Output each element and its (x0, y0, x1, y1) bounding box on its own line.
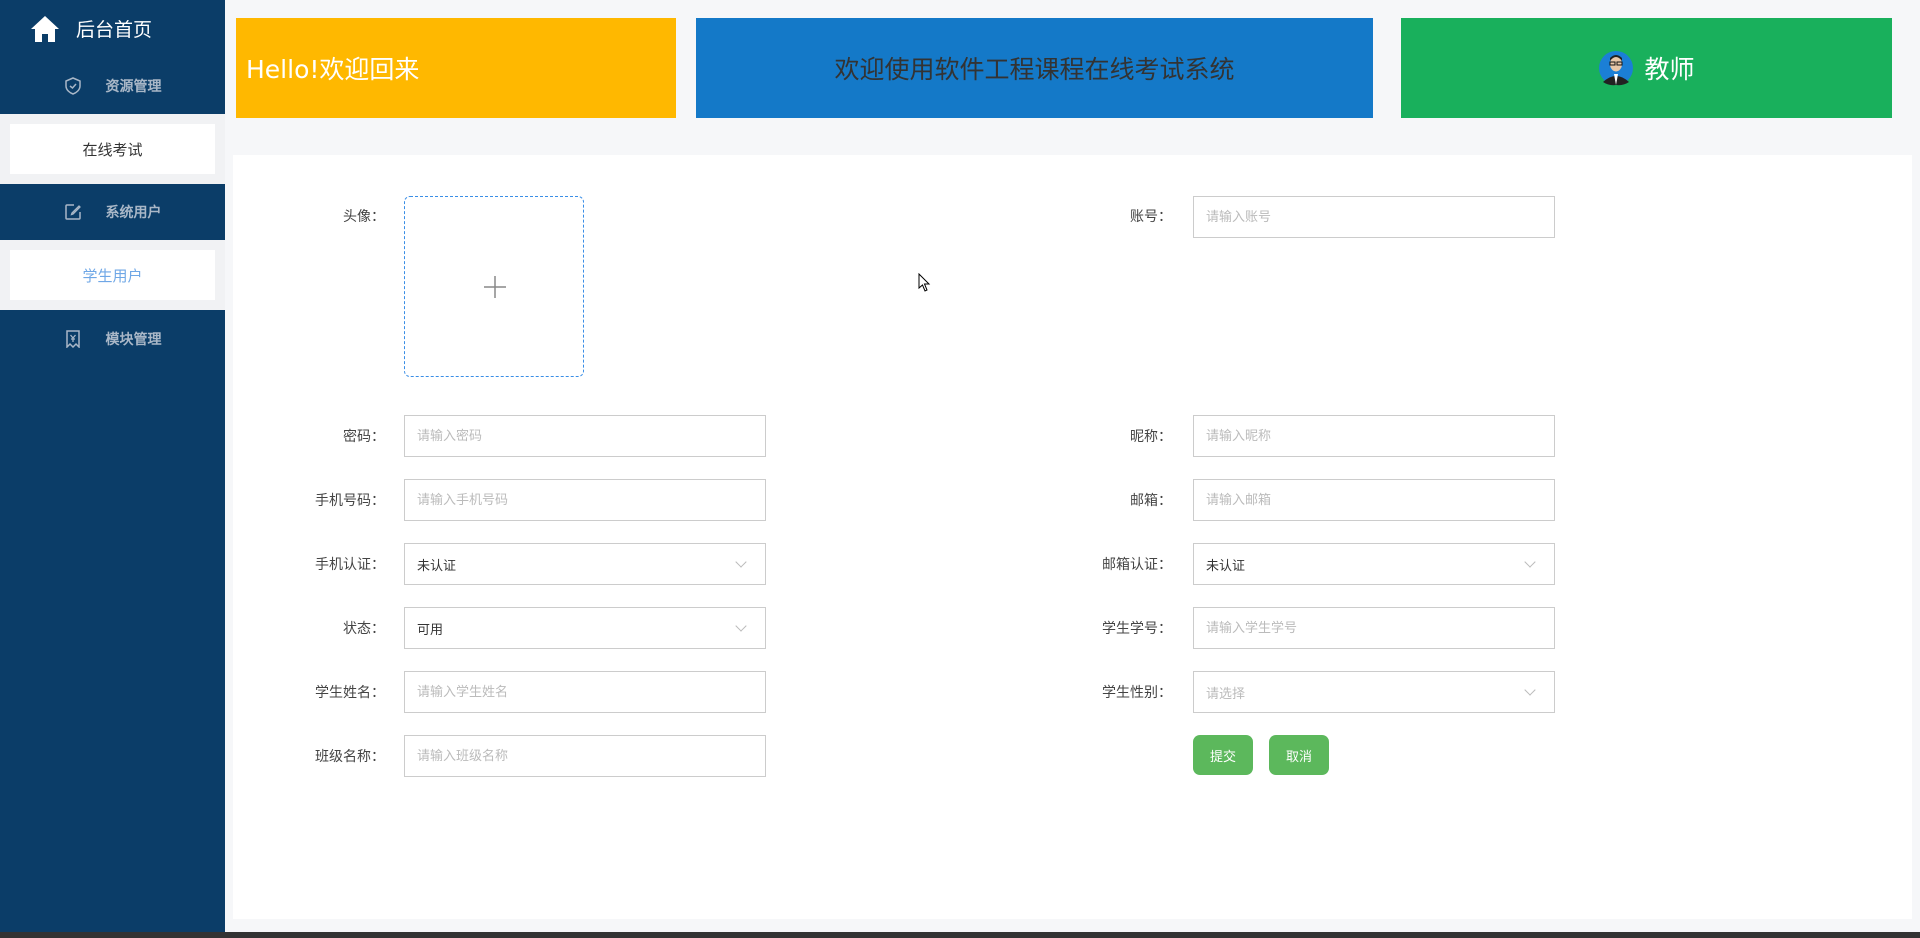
sidebar-item-label: 资源管理 (105, 78, 162, 95)
user-card: 教师 (1401, 18, 1892, 118)
nickname-input[interactable] (1193, 415, 1555, 457)
email-verified-label: 邮箱认证： (1102, 557, 1172, 573)
select-placeholder: 请选择 (1206, 686, 1246, 702)
submit-button[interactable]: 提交 (1193, 735, 1253, 775)
mouse-cursor-icon (918, 273, 931, 292)
student-id-label: 学生学号： (1102, 621, 1172, 637)
password-input[interactable] (404, 415, 766, 457)
edit-icon (64, 204, 81, 220)
phone-input[interactable] (404, 479, 766, 521)
student-name-label: 学生姓名： (315, 685, 385, 701)
email-input[interactable] (1193, 479, 1555, 521)
class-name-input[interactable] (404, 735, 766, 777)
cancel-button[interactable]: 取消 (1269, 735, 1329, 775)
select-value: 未认证 (417, 558, 457, 574)
greeting-text: Hello!欢迎回来 (246, 55, 420, 84)
select-value: 未认证 (1206, 558, 1246, 574)
class-name-label: 班级名称： (315, 749, 385, 765)
account-label: 账号： (1130, 209, 1172, 225)
status-label: 状态： (343, 621, 385, 637)
sidebar-subitem-student-users[interactable]: 学生用户 (0, 240, 225, 310)
shield-check-icon (64, 76, 81, 95)
yen-bookmark-icon (65, 329, 80, 348)
sidebar-subitem-label[interactable]: 在线考试 (10, 124, 215, 174)
avatar[interactable] (1598, 48, 1634, 88)
email-verified-select[interactable]: 未认证 (1193, 543, 1555, 585)
home-icon (31, 15, 59, 42)
taskbar-edge (0, 932, 1920, 938)
chevron-down-icon (1524, 556, 1536, 568)
sidebar-subitem-label[interactable]: 学生用户 (10, 250, 215, 300)
nickname-label: 昵称： (1130, 429, 1172, 445)
avatar-label: 头像： (343, 209, 385, 225)
greeting-card: Hello!欢迎回来 (236, 18, 676, 118)
status-select[interactable]: 可用 (404, 607, 766, 649)
phone-label: 手机号码： (315, 493, 385, 509)
user-role: 教师 (1644, 55, 1695, 84)
sidebar: 后台首页 资源管理 在线考试 系统用户 学生用户 模块管理 (0, 0, 225, 938)
select-value: 可用 (417, 622, 444, 638)
sidebar-item-label: 系统用户 (105, 205, 162, 221)
phone-verified-label: 手机认证： (315, 557, 385, 573)
sidebar-item-resources[interactable]: 资源管理 (0, 57, 225, 114)
avatar-upload[interactable] (404, 196, 584, 377)
phone-verified-select[interactable]: 未认证 (404, 543, 766, 585)
sidebar-item-system-users[interactable]: 系统用户 (0, 184, 225, 240)
system-title: 欢迎使用软件工程课程在线考试系统 (834, 55, 1235, 84)
sidebar-home-label: 后台首页 (76, 19, 153, 41)
chevron-down-icon (1524, 684, 1536, 696)
account-input[interactable] (1193, 196, 1555, 238)
chevron-down-icon (735, 620, 747, 632)
gender-select[interactable]: 请选择 (1193, 671, 1555, 713)
plus-icon (484, 276, 506, 298)
sidebar-home[interactable]: 后台首页 (0, 0, 225, 57)
chevron-down-icon (735, 556, 747, 568)
student-name-input[interactable] (404, 671, 766, 713)
system-title-card: 欢迎使用软件工程课程在线考试系统 (696, 18, 1373, 118)
student-id-input[interactable] (1193, 607, 1555, 649)
gender-label: 学生性别： (1102, 685, 1172, 701)
password-label: 密码： (343, 429, 385, 445)
email-label: 邮箱： (1130, 493, 1172, 509)
sidebar-item-modules[interactable]: 模块管理 (0, 310, 225, 367)
sidebar-item-label: 模块管理 (105, 331, 162, 348)
sidebar-subitem-online-exam[interactable]: 在线考试 (0, 114, 225, 184)
